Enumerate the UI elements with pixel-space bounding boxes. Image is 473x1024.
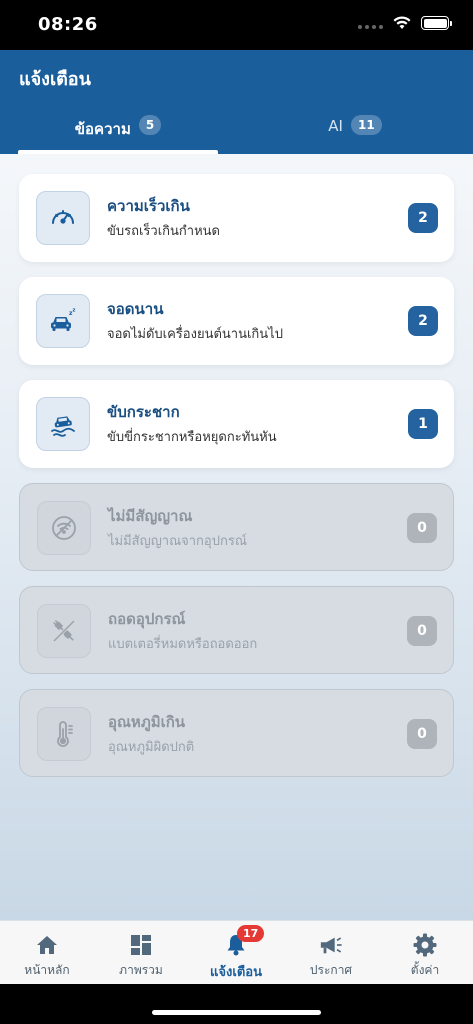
home-indicator-area	[0, 984, 473, 1024]
nav-announcements[interactable]: ประกาศ	[284, 921, 378, 985]
nav-home-label: หน้าหลัก	[24, 963, 70, 977]
alert-card-idling[interactable]: z z จอดนาน จอดไม่ดับเครื่องยนต์นานเกินไป…	[19, 277, 454, 365]
alert-title: ถอดอุปกรณ์	[108, 610, 186, 628]
alert-count-badge: 2	[408, 306, 438, 336]
alert-card-device-removed[interactable]: ถอดอุปกรณ์ แบตเตอรี่หมดหรือถอดออก 0	[19, 586, 454, 674]
alert-count-badge: 0	[407, 719, 437, 749]
nav-announcements-label: ประกาศ	[309, 963, 353, 977]
bottom-navigation: หน้าหลัก ภาพรวม 17 แจ้งเตือน ประกาศ ตั้ง…	[0, 920, 473, 984]
alert-subtitle: แบตเตอรี่หมดหรือถอดออก	[108, 637, 258, 652]
notification-count-badge: 17	[237, 925, 265, 942]
alert-subtitle: จอดไม่ดับเครื่องยนต์นานเกินไป	[107, 327, 283, 342]
tab-messages-label: ข้อความ	[74, 120, 131, 138]
alert-card-over-temperature[interactable]: อุณหภูมิเกิน อุณหภูมิผิดปกติ 0	[19, 689, 454, 777]
unplugged-icon	[37, 604, 91, 658]
nav-overview[interactable]: ภาพรวม	[94, 921, 188, 985]
no-signal-icon	[37, 501, 91, 555]
battery-icon	[421, 16, 452, 30]
nav-settings-label: ตั้งค่า	[410, 963, 440, 977]
tab-ai-label: AI	[328, 117, 343, 135]
alert-title: จอดนาน	[107, 300, 164, 318]
svg-text:z: z	[73, 308, 76, 314]
alert-card-speeding[interactable]: ความเร็วเกิน ขับรถเร็วเกินกำหนด 2	[19, 174, 454, 262]
alert-count-badge: 1	[408, 409, 438, 439]
speedometer-icon	[36, 191, 90, 245]
parked-car-icon: z z	[36, 294, 90, 348]
home-indicator[interactable]	[152, 1010, 321, 1015]
alert-title: อุณหภูมิเกิน	[108, 713, 186, 731]
alert-title: ไม่มีสัญญาณ	[108, 507, 193, 525]
thermometer-icon	[37, 707, 91, 761]
tab-ai-count: 11	[350, 115, 382, 135]
dashboard-icon	[129, 933, 153, 957]
alert-count-badge: 0	[407, 616, 437, 646]
tab-messages[interactable]: ข้อความ 5	[18, 114, 218, 154]
nav-notifications[interactable]: 17 แจ้งเตือน	[189, 921, 283, 985]
alert-card-no-signal[interactable]: ไม่มีสัญญาณ ไม่มีสัญญาณจากอุปกรณ์ 0	[19, 483, 454, 571]
status-bar: 08:26	[0, 0, 473, 50]
megaphone-icon	[319, 933, 343, 957]
nav-settings[interactable]: ตั้งค่า	[378, 921, 472, 985]
app-header: แจ้งเตือน ข้อความ 5 AI 11	[0, 50, 473, 154]
tab-ai[interactable]: AI 11	[255, 114, 455, 154]
wifi-icon	[393, 16, 411, 29]
alert-title: ขับกระชาก	[107, 403, 180, 421]
alert-count-badge: 2	[408, 203, 438, 233]
home-icon	[35, 933, 59, 957]
page-title: แจ้งเตือน	[19, 69, 91, 90]
nav-overview-label: ภาพรวม	[119, 963, 163, 977]
cellular-signal-icon	[358, 17, 383, 29]
status-icons	[358, 16, 452, 30]
nav-notifications-label: แจ้งเตือน	[210, 965, 262, 980]
alert-title: ความเร็วเกิน	[107, 197, 190, 215]
bell-icon: 17	[224, 925, 265, 957]
alerts-list: ความเร็วเกิน ขับรถเร็วเกินกำหนด 2 z z จอ…	[0, 154, 473, 920]
status-time: 08:26	[38, 14, 98, 35]
alert-subtitle: อุณหภูมิผิดปกติ	[108, 740, 195, 755]
nav-home[interactable]: หน้าหลัก	[0, 921, 94, 985]
alert-subtitle: ขับรถเร็วเกินกำหนด	[107, 224, 220, 239]
gear-icon	[413, 933, 437, 957]
skidding-car-icon	[36, 397, 90, 451]
tab-messages-count: 5	[138, 115, 162, 135]
alert-card-harsh-driving[interactable]: ขับกระชาก ขับขี่กระชากหรือหยุดกะทันหัน 1	[19, 380, 454, 468]
alert-subtitle: ขับขี่กระชากหรือหยุดกะทันหัน	[107, 430, 277, 445]
alert-subtitle: ไม่มีสัญญาณจากอุปกรณ์	[108, 534, 247, 549]
alert-count-badge: 0	[407, 513, 437, 543]
